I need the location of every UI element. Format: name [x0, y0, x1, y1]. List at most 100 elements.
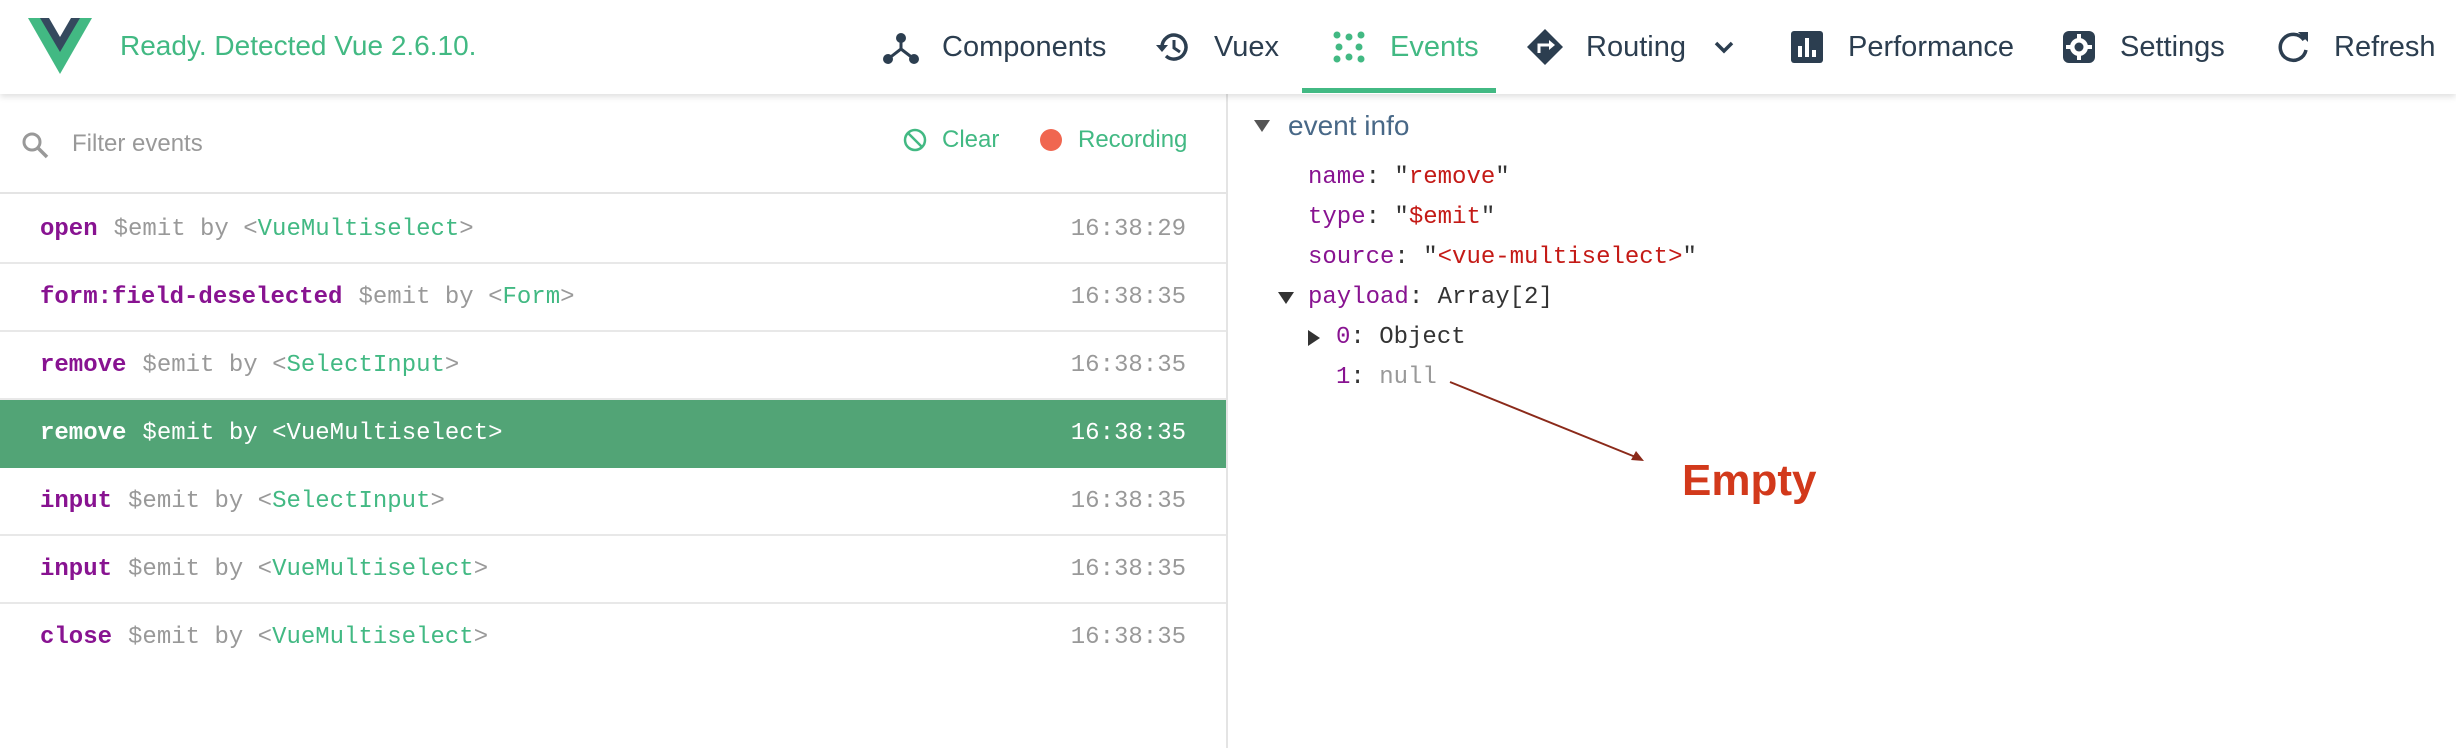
history-icon — [1156, 33, 1188, 61]
event-name: form:field-deselected — [40, 284, 343, 311]
event-row[interactable]: input $emit by <SelectInput> 16:38:35 — [0, 468, 1226, 536]
refresh-button[interactable]: Refresh — [2274, 0, 2436, 94]
performance-icon — [1791, 31, 1823, 63]
tab-routing-label: Routing — [1586, 30, 1686, 63]
event-component: VueMultiselect — [272, 624, 474, 651]
event-time: 16:38:35 — [1070, 488, 1186, 515]
event-name: open — [40, 216, 98, 243]
vue-logo-icon — [28, 18, 92, 74]
event-info-title: event info — [1288, 110, 1410, 141]
event-by: by — [228, 352, 258, 379]
prop-key: 1 — [1336, 364, 1351, 391]
event-time: 16:38:35 — [1070, 556, 1186, 583]
events-panel: Clear Recording open$emit by <VueMultise… — [0, 94, 1226, 748]
recording-toggle[interactable]: Recording — [1040, 126, 1187, 154]
prop-value: $emit — [1408, 204, 1481, 231]
tab-settings[interactable]: Settings — [2060, 0, 2225, 94]
settings-icon — [2063, 31, 2095, 63]
refresh-label: Refresh — [2334, 30, 2436, 63]
event-row[interactable]: remove $emit by <SelectInput> 16:38:35 — [0, 332, 1226, 400]
prop-value: remove — [1408, 164, 1496, 191]
event-by: by — [214, 624, 244, 651]
event-by: by — [214, 556, 244, 583]
tab-settings-label: Settings — [2120, 30, 2225, 63]
tab-components-label: Components — [942, 30, 1107, 63]
event-info-header[interactable]: event info — [1254, 110, 1409, 142]
filter-events-input[interactable] — [72, 122, 772, 166]
event-type: $emit — [128, 624, 201, 651]
event-name: input — [40, 556, 113, 583]
search-icon — [22, 132, 49, 159]
prop-key: name — [1308, 164, 1366, 191]
tab-events-label: Events — [1390, 30, 1479, 63]
prop-value: <vue-multiselect> — [1437, 244, 1683, 271]
annotation-label: Empty — [1682, 456, 1817, 505]
tab-performance[interactable]: Performance — [1788, 0, 2014, 94]
event-type: $emit — [128, 488, 201, 515]
event-row[interactable]: form:field-deselected $emit by <Form> 16:… — [0, 264, 1226, 332]
events-toolbar: Clear Recording — [0, 94, 1226, 194]
tab-events[interactable]: Events — [1330, 0, 1479, 94]
event-by: by — [228, 420, 258, 447]
recording-dot-icon — [1040, 129, 1062, 151]
event-component: VueMultiselect — [272, 556, 474, 583]
event-name: input — [40, 488, 113, 515]
event-time: 16:38:29 — [1070, 216, 1186, 243]
event-row[interactable]: open $emit by <VueMultiselect> 16:38:29 — [0, 196, 1226, 264]
event-by: by — [200, 216, 229, 243]
event-time: 16:38:35 — [1070, 352, 1186, 379]
event-component: VueMultiselect — [286, 420, 489, 447]
components-icon — [883, 33, 919, 64]
event-name: close — [40, 624, 113, 651]
event-type: $emit — [142, 420, 215, 447]
clear-button[interactable]: Clear — [902, 126, 999, 154]
prop-type: type: "$emit" — [1308, 204, 1496, 231]
events-list: open $emit by <VueMultiselect> 16:38:29 f… — [0, 196, 1226, 672]
prop-key: payload — [1308, 284, 1409, 311]
prop-name: name: "remove" — [1308, 164, 1510, 191]
prop-value: null — [1379, 364, 1437, 391]
event-type: $emit — [358, 284, 431, 311]
prop-source: source: "<vue-multiselect>" — [1308, 244, 1697, 271]
event-name: remove — [40, 420, 127, 447]
event-row[interactable]: input $emit by <VueMultiselect> 16:38:35 — [0, 536, 1226, 604]
event-time: 16:38:35 — [1070, 420, 1186, 447]
active-tab-indicator — [1302, 88, 1496, 93]
event-inspector: event info name: "remove" type: "$emit" … — [1228, 94, 2456, 748]
prop-key: type — [1308, 204, 1366, 231]
event-by: by — [444, 284, 474, 311]
payload-item-1: 1: null — [1336, 364, 1437, 391]
collapse-triangle-icon — [1254, 120, 1270, 132]
event-component: SelectInput — [286, 352, 445, 379]
routing-icon — [1527, 29, 1563, 65]
tab-vuex-label: Vuex — [1214, 30, 1280, 63]
event-type: $emit — [142, 352, 215, 379]
prop-key: 0 — [1336, 324, 1351, 351]
clear-icon — [903, 128, 927, 152]
detection-status: Ready. Detected Vue 2.6.10. — [120, 30, 477, 61]
event-time: 16:38:35 — [1070, 284, 1186, 311]
tab-vuex[interactable]: Vuex — [1154, 0, 1279, 94]
payload-item-0[interactable]: 0: Object — [1308, 324, 1466, 351]
tab-routing[interactable]: Routing — [1526, 0, 1738, 94]
top-bar: Ready. Detected Vue 2.6.10. Components V… — [0, 0, 2456, 94]
prop-payload[interactable]: payload: Array[2] — [1278, 284, 1553, 311]
collapsed-triangle-icon — [1308, 329, 1320, 346]
tab-components[interactable]: Components — [882, 0, 1106, 94]
chevron-down-icon[interactable] — [1710, 33, 1738, 61]
event-by: by — [214, 488, 244, 515]
event-type: $emit — [113, 216, 186, 243]
prop-key: source — [1308, 244, 1395, 271]
tab-performance-label: Performance — [1848, 30, 2015, 63]
refresh-icon — [2278, 32, 2308, 63]
expand-triangle-icon — [1278, 291, 1294, 304]
event-row[interactable]: close $emit by <VueMultiselect> 16:38:35 — [0, 604, 1226, 672]
event-component: Form — [502, 284, 561, 311]
prop-value: Array[2] — [1437, 284, 1553, 311]
annotation-arrow-icon — [1449, 381, 1644, 461]
clear-label: Clear — [942, 126, 1000, 153]
event-type: $emit — [128, 556, 201, 583]
event-time: 16:38:35 — [1070, 624, 1186, 651]
event-row-selected[interactable]: remove $emit by <VueMultiselect> 16:38:35 — [0, 400, 1226, 468]
prop-value: Object — [1379, 324, 1466, 351]
